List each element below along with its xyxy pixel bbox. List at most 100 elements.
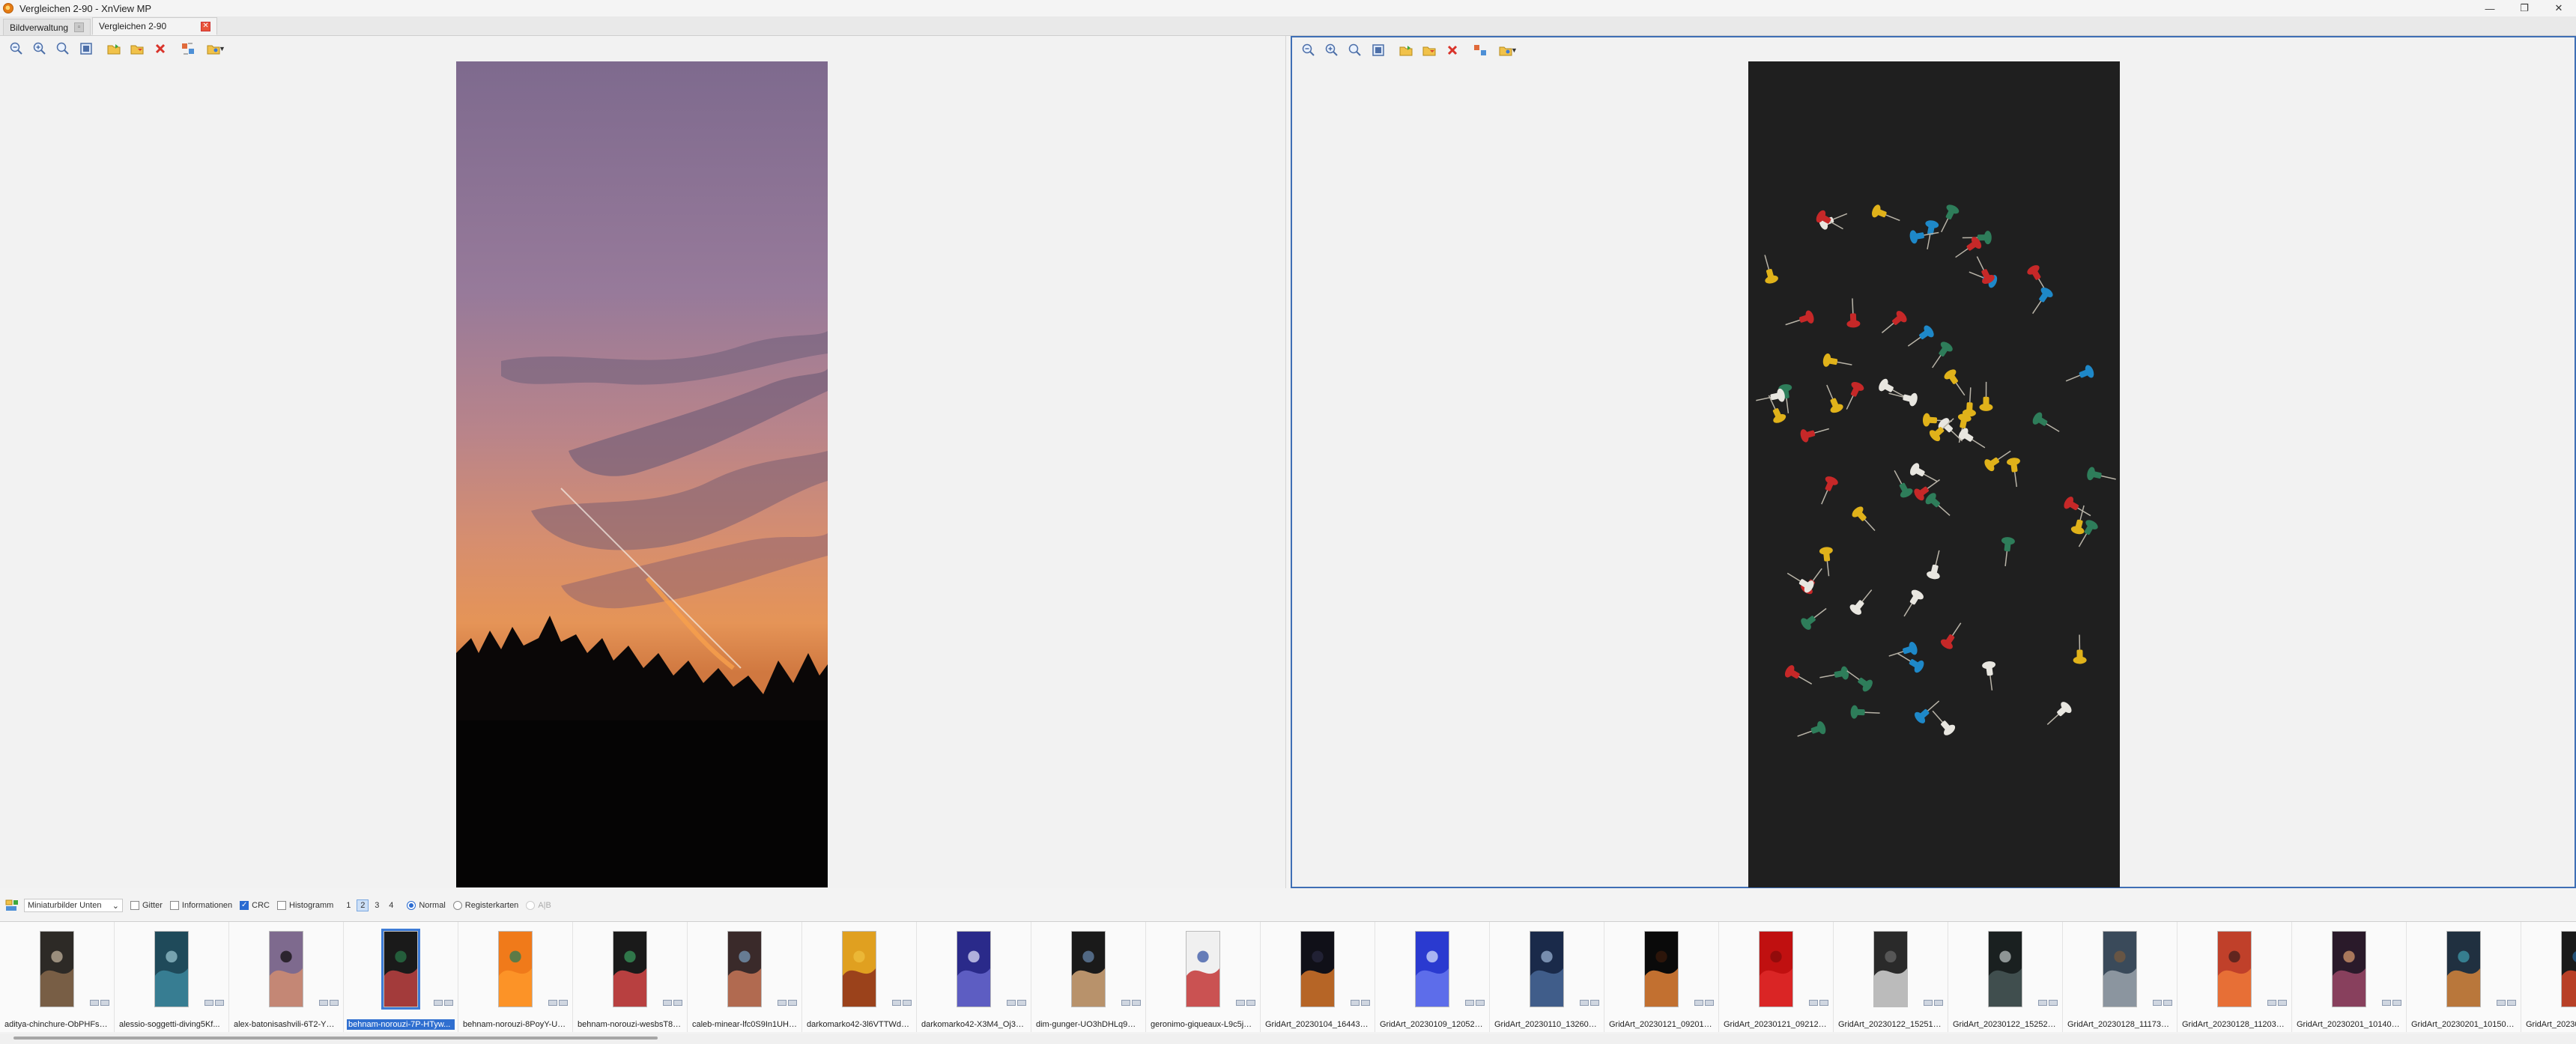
thumbnail-item[interactable]: GridArt_20230110_1326055... bbox=[1490, 922, 1604, 1032]
thumbnail-image[interactable] bbox=[1759, 931, 1793, 1007]
compare-icon[interactable] bbox=[178, 39, 198, 58]
thumbnail-image[interactable] bbox=[154, 931, 189, 1007]
zoom-in-icon[interactable] bbox=[1321, 40, 1342, 60]
minimize-button[interactable]: — bbox=[2473, 0, 2507, 16]
thumbnail-image[interactable] bbox=[1644, 931, 1679, 1007]
tab-vergleichen[interactable]: Vergleichen 2-90 ✕ bbox=[92, 17, 218, 35]
compare-icon[interactable] bbox=[1470, 40, 1491, 60]
thumbnail-image[interactable] bbox=[1873, 931, 1908, 1007]
crc-checkbox[interactable]: ✓ CRC bbox=[240, 901, 270, 910]
thumbnail-item[interactable]: darkomarko42-3l6VTTWdRS... bbox=[802, 922, 917, 1032]
compare-pane-right[interactable]: ▼ bbox=[1291, 36, 2576, 888]
thumbnail-strip[interactable]: aditya-chinchure-ObPHFsP... alessio-sogge… bbox=[0, 921, 2576, 1032]
thumbnail-label: GridArt_20230201_1015093... bbox=[2411, 1020, 2518, 1029]
radio-dot[interactable] bbox=[452, 901, 462, 910]
open-folder-icon[interactable] bbox=[1395, 40, 1416, 60]
thumbnail-image[interactable] bbox=[2217, 931, 2252, 1007]
thumbnail-item[interactable]: behnam-norouzi-wesbsT8Cd... bbox=[573, 922, 688, 1032]
thumbnail-image[interactable] bbox=[1530, 931, 1564, 1007]
thumbnail-item[interactable]: GridArt_20230121_0920197... bbox=[1604, 922, 1719, 1032]
thumbnail-item[interactable]: dim-gunger-UO3hDHLq9Y0_... bbox=[1031, 922, 1146, 1032]
open-folder-icon[interactable] bbox=[103, 39, 124, 58]
compare-pane-left[interactable]: ▼ bbox=[0, 36, 1286, 888]
move-folder-icon[interactable] bbox=[1419, 40, 1440, 60]
thumbnail-image[interactable] bbox=[498, 931, 533, 1007]
thumbnail-item[interactable]: GridArt_20230128_1120309... bbox=[2178, 922, 2292, 1032]
thumbnail-image[interactable] bbox=[2332, 931, 2366, 1007]
thumbnail-image[interactable] bbox=[2561, 931, 2576, 1007]
thumbnail-image[interactable] bbox=[1415, 931, 1449, 1007]
thumbnail-item[interactable]: GridArt_20230122_1525134... bbox=[1834, 922, 1948, 1032]
thumbnail-position-select[interactable]: Miniaturbilder Unten ⌄ bbox=[24, 899, 123, 912]
thumbnail-item[interactable]: GridArt_20230128_1117326... bbox=[2063, 922, 2178, 1032]
title-bar: Vergleichen 2-90 - XnView MP — ❐ ✕ bbox=[0, 0, 2576, 16]
compare-count-1[interactable]: 1 bbox=[342, 899, 354, 911]
thumbnail-item[interactable]: geronimo-giqueaux-L9c5jmv... bbox=[1146, 922, 1261, 1032]
compare-count-4[interactable]: 4 bbox=[385, 899, 397, 911]
thumbnail-item[interactable]: behnam-norouzi-8PoyY-UR... bbox=[458, 922, 573, 1032]
maximize-button[interactable]: ❐ bbox=[2507, 0, 2542, 16]
zoom-fit-icon[interactable] bbox=[1345, 40, 1366, 60]
thumbnail-image[interactable] bbox=[1300, 931, 1335, 1007]
thumbnail-item[interactable]: darkomarko42-X3M4_Oj3xdo... bbox=[917, 922, 1031, 1032]
thumbnail-item[interactable]: alessio-soggetti-diving5Kf... bbox=[115, 922, 229, 1032]
delete-icon[interactable] bbox=[150, 39, 171, 58]
thumbnail-item[interactable]: GridArt_20230121_0921207... bbox=[1719, 922, 1834, 1032]
folder-dropdown-icon[interactable]: ▼ bbox=[205, 39, 226, 58]
thumbnail-item[interactable]: GridArt_20230201_1015093... bbox=[2407, 922, 2521, 1032]
thumbnail-item[interactable]: GridArt_20230104_1644354... bbox=[1261, 922, 1375, 1032]
horizontal-scrollbar[interactable] bbox=[0, 1034, 2576, 1044]
histogramm-checkbox[interactable]: Histogramm bbox=[277, 901, 333, 910]
thumbnail-item[interactable]: caleb-minear-lfc0S9In1UHo_... bbox=[688, 922, 802, 1032]
zoom-in-icon[interactable] bbox=[29, 39, 50, 58]
registerkarten-radio[interactable]: Registerkarten bbox=[452, 901, 518, 910]
thumbnail-item[interactable]: GridArt_20230201_1014027... bbox=[2292, 922, 2407, 1032]
thumbnail-item[interactable]: behnam-norouzi-7P-HTyw... bbox=[344, 922, 458, 1032]
compare-count-3[interactable]: 3 bbox=[371, 899, 383, 911]
thumbnail-item[interactable]: GridArt_20230122_1525217... bbox=[1948, 922, 2063, 1032]
informationen-checkbox[interactable]: Informationen bbox=[169, 901, 232, 910]
thumbnail-image[interactable] bbox=[269, 931, 303, 1007]
zoom-out-icon[interactable] bbox=[6, 39, 27, 58]
checkbox-box[interactable] bbox=[277, 901, 287, 910]
zoom-fit-icon[interactable] bbox=[52, 39, 73, 58]
thumbnail-image[interactable] bbox=[842, 931, 876, 1007]
chevron-down-icon[interactable]: ▼ bbox=[219, 45, 225, 52]
radio-dot[interactable] bbox=[407, 901, 416, 910]
thumbnail-item[interactable]: alex-batonisashvili-6T2-Y3A... bbox=[229, 922, 344, 1032]
chevron-down-icon[interactable]: ▼ bbox=[1511, 46, 1518, 54]
thumbnail-image[interactable] bbox=[40, 931, 74, 1007]
tab-close-icon[interactable]: ▫ bbox=[74, 22, 85, 32]
checkbox-box[interactable]: ✓ bbox=[240, 901, 249, 910]
scrollbar-thumb[interactable] bbox=[13, 1037, 658, 1040]
thumbnail-image[interactable] bbox=[2446, 931, 2481, 1007]
thumbnail-image[interactable] bbox=[2103, 931, 2137, 1007]
checkbox-box[interactable] bbox=[130, 901, 139, 910]
tab-bildverwaltung[interactable]: Bildverwaltung ▫ bbox=[3, 19, 91, 35]
file-badges bbox=[2151, 1000, 2172, 1006]
fullscreen-icon[interactable] bbox=[76, 39, 97, 58]
folder-dropdown-icon[interactable]: ▼ bbox=[1497, 40, 1518, 60]
close-window-button[interactable]: ✕ bbox=[2542, 0, 2576, 16]
tab-close-icon[interactable]: ✕ bbox=[201, 21, 211, 31]
file-badges bbox=[2037, 1000, 2058, 1006]
checkbox-box[interactable] bbox=[169, 901, 179, 910]
thumbnail-image[interactable] bbox=[1071, 931, 1106, 1007]
delete-icon[interactable] bbox=[1442, 40, 1463, 60]
move-folder-icon[interactable] bbox=[127, 39, 148, 58]
thumbnail-image[interactable] bbox=[381, 929, 420, 1010]
thumbnail-image[interactable] bbox=[1988, 931, 2022, 1007]
thumbnail-item[interactable]: GridArt_20230... bbox=[2521, 922, 2576, 1032]
thumbnail-item[interactable]: aditya-chinchure-ObPHFsP... bbox=[0, 922, 115, 1032]
thumbnail-image[interactable] bbox=[957, 931, 991, 1007]
layout-icon[interactable] bbox=[4, 898, 21, 913]
thumbnail-image[interactable] bbox=[727, 931, 762, 1007]
fullscreen-icon[interactable] bbox=[1368, 40, 1389, 60]
thumbnail-item[interactable]: GridArt_20230109_1205270... bbox=[1375, 922, 1490, 1032]
thumbnail-image[interactable] bbox=[1186, 931, 1220, 1007]
zoom-out-icon[interactable] bbox=[1298, 40, 1319, 60]
gitter-checkbox[interactable]: Gitter bbox=[130, 901, 163, 910]
compare-count-2[interactable]: 2 bbox=[357, 899, 369, 911]
thumbnail-image[interactable] bbox=[613, 931, 647, 1007]
normal-radio[interactable]: Normal bbox=[407, 901, 446, 910]
